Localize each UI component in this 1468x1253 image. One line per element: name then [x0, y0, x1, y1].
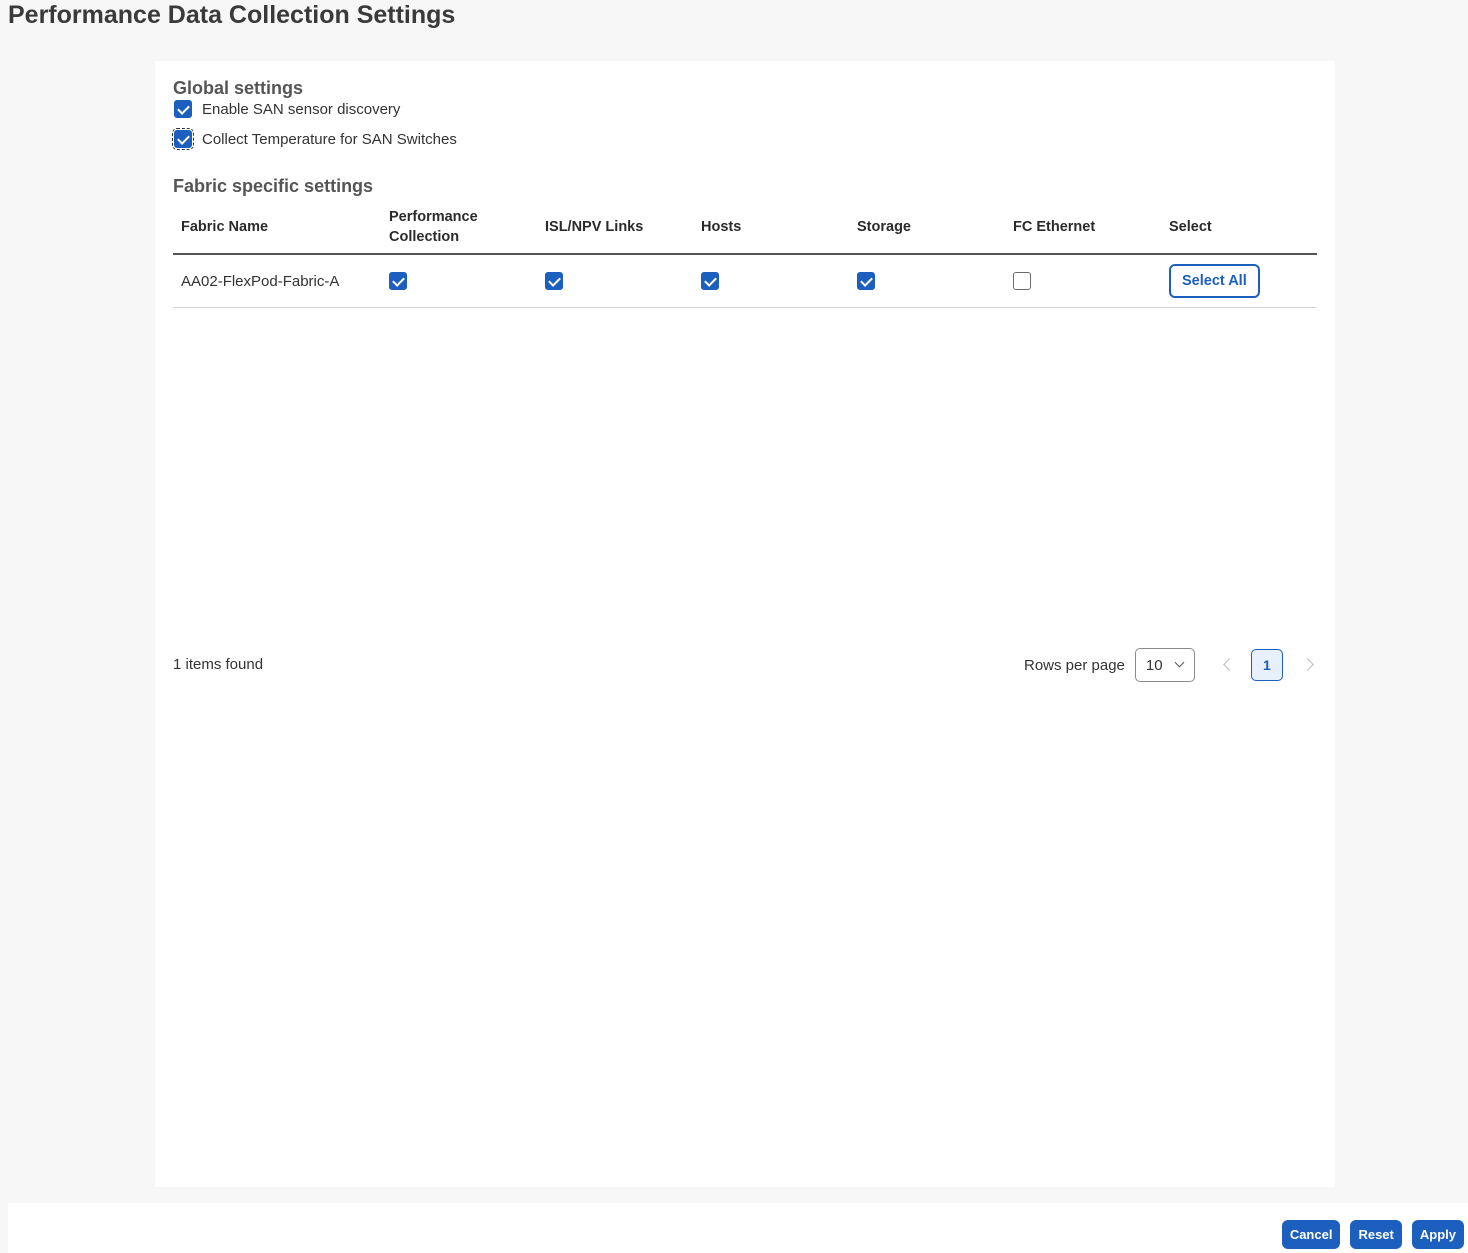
apply-button[interactable]: Apply — [1411, 1220, 1464, 1249]
column-header-performance-collection: Performance Collection — [389, 209, 478, 245]
collect-temperature-label: Collect Temperature for SAN Switches — [202, 130, 457, 148]
column-header-select: Select — [1169, 219, 1212, 235]
items-found-count: 1 items found — [173, 656, 264, 673]
column-header-isl-npv-links: ISL/NPV Links — [545, 219, 644, 235]
storage-cell — [857, 255, 875, 307]
column-header-fc-ethernet: FC Ethernet — [1013, 219, 1096, 235]
rows-per-page-label: Rows per page — [1024, 656, 1125, 674]
column-header-storage: Storage — [857, 219, 911, 235]
isl-npv-links-cell — [545, 255, 563, 307]
global-settings-title: Global settings — [173, 78, 304, 98]
enable-san-sensor-discovery-checkbox[interactable] — [174, 100, 192, 118]
rows-per-page-value: 10 — [1145, 656, 1163, 674]
performance-collection-cell — [389, 255, 407, 307]
enable-san-sensor-discovery-row: Enable SAN sensor discovery — [174, 100, 400, 118]
settings-panel: Global settings Enable SAN sensor discov… — [155, 61, 1335, 1187]
table-row: AA02-FlexPod-Fabric-A Select All — [173, 255, 1317, 308]
collect-temperature-checkbox[interactable] — [172, 128, 194, 150]
current-page-button[interactable]: 1 — [1250, 649, 1283, 681]
hosts-checkbox[interactable] — [701, 272, 719, 290]
fabric-settings-title: Fabric specific settings — [173, 176, 374, 196]
cancel-button[interactable]: Cancel — [1281, 1220, 1341, 1249]
fabric-name-cell: AA02-FlexPod-Fabric-A — [181, 272, 340, 290]
fc-ethernet-checkbox[interactable] — [1013, 272, 1031, 290]
rows-per-page-select[interactable]: 10 — [1134, 648, 1195, 682]
collect-temperature-row: Collect Temperature for SAN Switches — [172, 128, 457, 150]
performance-collection-checkbox[interactable] — [389, 272, 407, 290]
footer-actions: Cancel Reset Apply — [1272, 1220, 1464, 1249]
previous-page-chevron-left-icon[interactable] — [1213, 650, 1243, 680]
footer-bar: Cancel Reset Apply — [8, 1203, 1468, 1253]
hosts-cell — [701, 255, 719, 307]
enable-san-sensor-discovery-label: Enable SAN sensor discovery — [202, 100, 401, 118]
table-header: Fabric Name Performance Collection ISL/N… — [173, 201, 1317, 255]
page-title: Performance Data Collection Settings — [8, 1, 456, 29]
next-page-chevron-right-icon[interactable] — [1295, 650, 1325, 680]
select-all-button[interactable]: Select All — [1169, 264, 1260, 298]
fc-ethernet-cell — [1013, 255, 1031, 307]
storage-checkbox[interactable] — [857, 272, 875, 290]
reset-button[interactable]: Reset — [1350, 1220, 1402, 1249]
fabric-settings-table: Fabric Name Performance Collection ISL/N… — [173, 201, 1317, 308]
isl-npv-links-checkbox[interactable] — [545, 272, 563, 290]
select-cell: Select All — [1169, 255, 1260, 307]
pagination: Rows per page 10 1 — [1024, 648, 1325, 682]
column-header-hosts: Hosts — [701, 219, 742, 235]
column-header-fabric-name: Fabric Name — [181, 219, 269, 235]
chevron-down-icon — [1174, 657, 1185, 668]
